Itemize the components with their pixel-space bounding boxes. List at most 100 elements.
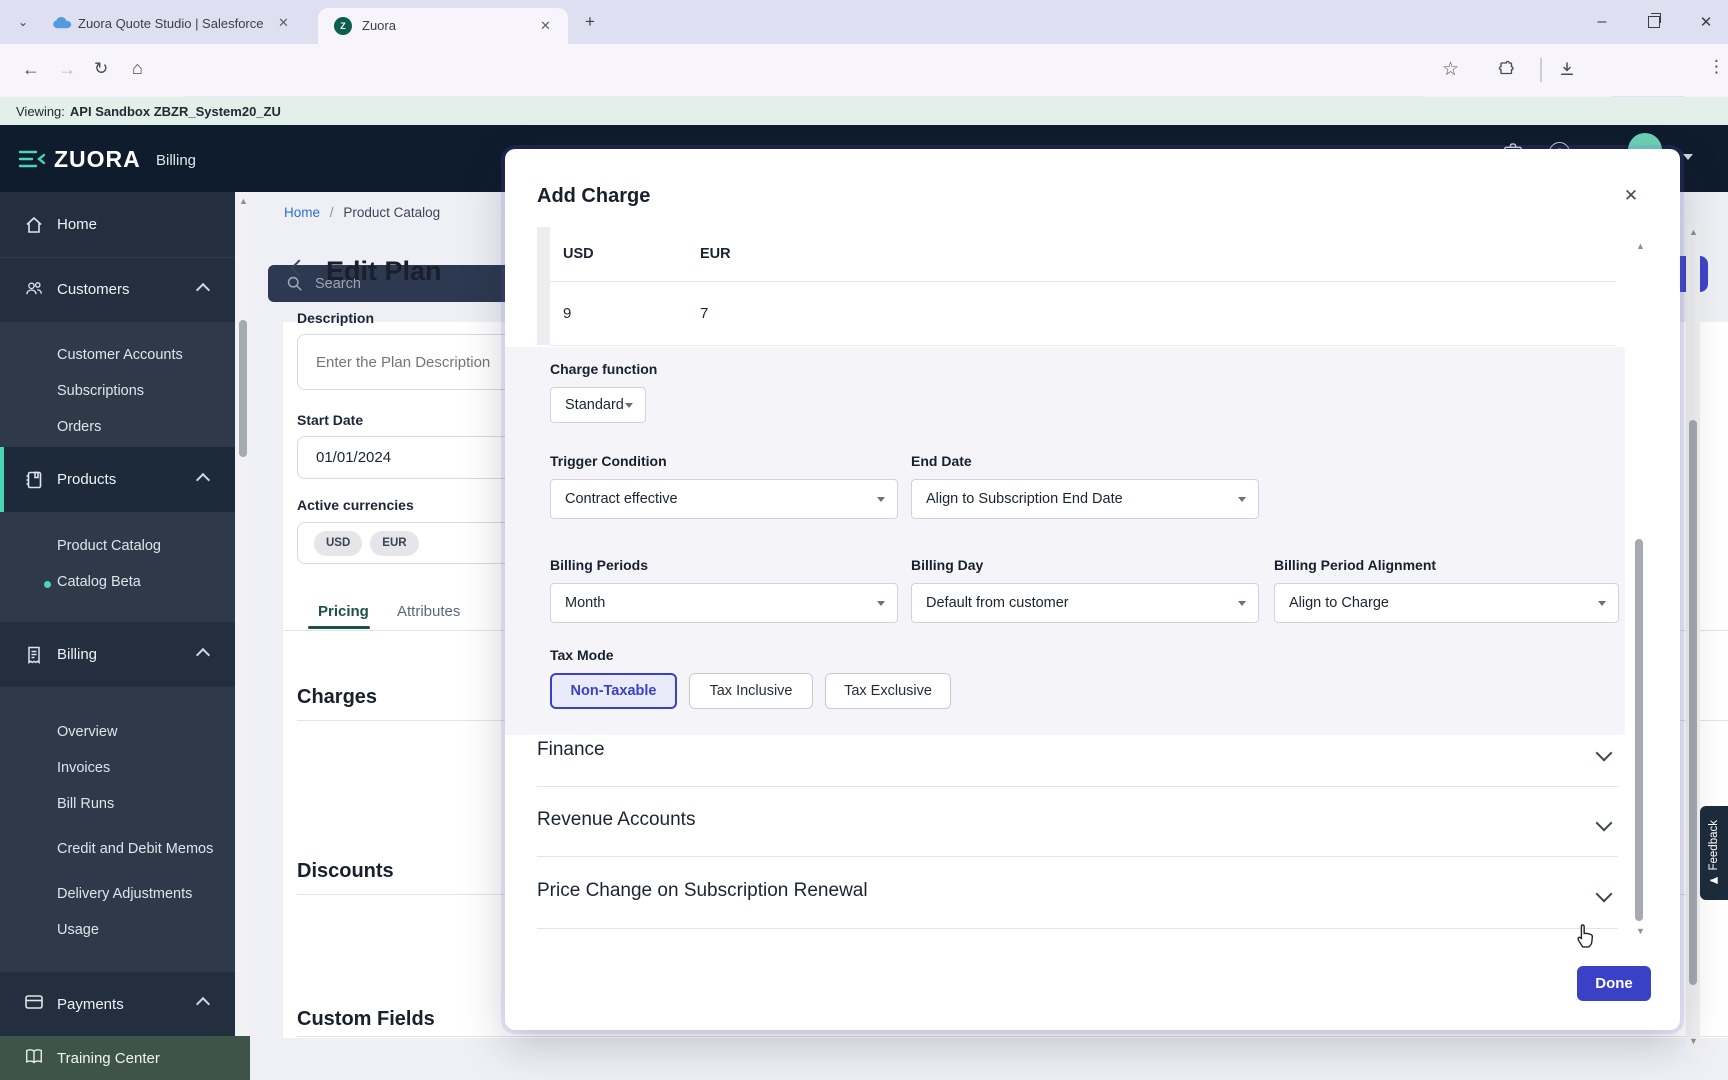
scrollbar-thumb[interactable]	[238, 320, 247, 457]
billing-day-label: Billing Day	[911, 557, 984, 573]
reload-icon[interactable]: ↻	[94, 59, 108, 79]
tax-mode-non-taxable-button[interactable]: Non-Taxable	[550, 673, 677, 709]
modal-close-icon[interactable]: ✕	[1617, 182, 1645, 210]
chevron-down-icon	[1238, 601, 1246, 606]
new-tab-button[interactable]: +	[580, 12, 600, 32]
price-table-row[interactable]: 9 7	[550, 281, 1616, 345]
revenue-accounts-accordion[interactable]: Revenue Accounts	[537, 809, 1618, 857]
billing-submenu: Overview Invoices Bill Runs Credit and D…	[0, 687, 235, 972]
billing-period-alignment-dropdown[interactable]: Align to Charge	[1274, 583, 1619, 623]
window-minimize-button[interactable]: –	[1580, 10, 1624, 34]
forward-icon[interactable]: →	[58, 59, 76, 80]
revenue-accounts-label: Revenue Accounts	[537, 809, 696, 830]
breadcrumb: Home / Product Catalog	[284, 205, 440, 220]
browser-toolbar: ← → ↻ ⌂ apisandbox.zuora.com/platform/ap…	[0, 44, 1728, 132]
charge-function-dropdown[interactable]: Standard	[550, 387, 646, 423]
finance-label: Finance	[537, 739, 605, 760]
chevron-down-icon	[1595, 814, 1613, 832]
sidebar-item-catalog-beta[interactable]: Catalog Beta	[57, 564, 141, 600]
extensions-puzzle-icon[interactable]	[1498, 60, 1516, 83]
scroll-down-icon[interactable]: ▼	[1689, 1037, 1698, 1046]
products-icon	[24, 470, 44, 490]
end-date-dropdown[interactable]: Align to Subscription End Date	[911, 479, 1259, 519]
content-scrollbar[interactable]: ▲	[236, 192, 249, 1036]
price-change-accordion[interactable]: Price Change on Subscription Renewal	[537, 880, 1618, 928]
billing-periods-label: Billing Periods	[550, 557, 649, 573]
charge-function-label: Charge function	[550, 361, 658, 377]
tab-search-button[interactable]: ⌄	[10, 9, 36, 35]
sidebar-item-invoices[interactable]: Invoices	[57, 750, 110, 786]
sidebar-item-customers[interactable]: Customers	[0, 257, 235, 323]
chevron-down-icon	[877, 497, 885, 502]
sidebar-item-products[interactable]: Products	[0, 447, 235, 513]
chevron-down-icon	[1598, 601, 1606, 606]
sidebar-item-payments[interactable]: Payments	[0, 972, 235, 1037]
page-scrollbar[interactable]: ▲ ▼	[1686, 222, 1700, 1052]
column-header-eur: EUR	[700, 246, 731, 262]
tab-pricing[interactable]: Pricing	[318, 603, 369, 620]
tab-close-icon[interactable]: ✕	[540, 18, 551, 34]
sidebar-item-customer-accounts[interactable]: Customer Accounts	[57, 337, 183, 373]
tab-title: Zuora	[362, 18, 396, 33]
currency-chip[interactable]: USD	[314, 530, 363, 556]
salesforce-cloud-icon	[52, 15, 72, 34]
sidebar-item-label: Billing	[57, 646, 98, 663]
start-date-label: Start Date	[297, 412, 364, 428]
environment-name: API Sandbox ZBZR_System20_ZU	[69, 103, 281, 119]
browser-tab-zuora[interactable]: Z Zuora ✕	[318, 8, 568, 44]
billing-periods-dropdown[interactable]: Month	[550, 583, 898, 623]
price-cell-eur[interactable]: 7	[700, 305, 708, 322]
feedback-tab[interactable]: Feedback	[1700, 806, 1728, 900]
tax-mode-tax-inclusive-button[interactable]: Tax Inclusive	[689, 673, 813, 709]
active-tab-underline	[308, 626, 370, 629]
download-icon[interactable]	[1558, 60, 1576, 83]
tab-close-icon[interactable]: ✕	[278, 15, 289, 31]
modal-scroll-up-icon[interactable]: ▲	[1636, 242, 1645, 251]
sidebar-item-usage[interactable]: Usage	[57, 912, 99, 948]
sidebar-item-label: Training Center	[57, 1049, 160, 1067]
description-label: Description	[297, 310, 375, 326]
done-button[interactable]: Done	[1577, 966, 1651, 1001]
sidebar-item-credit-debit-memos[interactable]: Credit and Debit Memos	[57, 822, 217, 876]
modal-scroll-down-icon[interactable]: ▼	[1636, 927, 1645, 936]
breadcrumb-home-link[interactable]: Home	[284, 205, 320, 220]
sidebar-item-overview[interactable]: Overview	[57, 714, 117, 750]
scroll-up-icon[interactable]: ▲	[239, 197, 248, 206]
sidebar-item-orders[interactable]: Orders	[57, 409, 101, 445]
tax-mode-tax-exclusive-button[interactable]: Tax Exclusive	[825, 673, 951, 709]
sidebar-collapse-icon[interactable]	[18, 149, 46, 174]
profile-chevron-down-icon[interactable]	[1683, 154, 1693, 160]
sidebar-item-label: Payments	[57, 995, 124, 1013]
section-title-charges: Charges	[297, 686, 378, 708]
sidebar-item-subscriptions[interactable]: Subscriptions	[57, 373, 144, 409]
sidebar-item-billing[interactable]: Billing	[0, 622, 235, 688]
price-cell-usd[interactable]: 9	[563, 305, 571, 322]
billing-icon	[24, 645, 44, 665]
window-close-button[interactable]: ✕	[1684, 10, 1728, 34]
scrollbar-thumb[interactable]	[1689, 420, 1697, 985]
sidebar-item-bill-runs[interactable]: Bill Runs	[57, 786, 114, 822]
sidebar-item-product-catalog[interactable]: Product Catalog	[57, 528, 161, 564]
modal-scrollbar-thumb[interactable]	[1635, 539, 1643, 921]
browser-menu-icon[interactable]: ⋮	[1708, 57, 1725, 77]
sidebar-item-delivery-adjustments[interactable]: Delivery Adjustments	[57, 876, 192, 912]
products-submenu: Product Catalog Catalog Beta	[0, 512, 235, 622]
sidebar-nav: Home Customers Customer Accounts Subscri…	[0, 192, 235, 1080]
scroll-up-icon[interactable]: ▲	[1689, 228, 1698, 237]
sidebar-item-home[interactable]: Home	[0, 192, 235, 258]
window-restore-button[interactable]	[1632, 10, 1676, 34]
sidebar-item-training-center[interactable]: Training Center	[0, 1036, 250, 1080]
finance-accordion[interactable]: Finance	[537, 739, 1618, 787]
browser-tab-salesforce[interactable]: Zuora Quote Studio | Salesforce ✕	[40, 8, 302, 38]
trigger-condition-dropdown[interactable]: Contract effective	[550, 479, 898, 519]
back-icon[interactable]: ←	[22, 59, 40, 80]
bookmark-star-icon[interactable]: ☆	[1442, 58, 1459, 81]
home-icon[interactable]: ⌂	[132, 58, 143, 79]
billing-day-dropdown[interactable]: Default from customer	[911, 583, 1259, 623]
environment-banner: Viewing: API Sandbox ZBZR_System20_ZU	[0, 97, 1728, 125]
tab-attributes[interactable]: Attributes	[397, 603, 460, 620]
browser-tab-strip: ⌄ Zuora Quote Studio | Salesforce ✕ Z Zu…	[0, 0, 1728, 44]
currency-chip[interactable]: EUR	[370, 530, 419, 556]
trigger-condition-value: Contract effective	[565, 491, 678, 507]
chevron-up-icon	[195, 282, 211, 297]
